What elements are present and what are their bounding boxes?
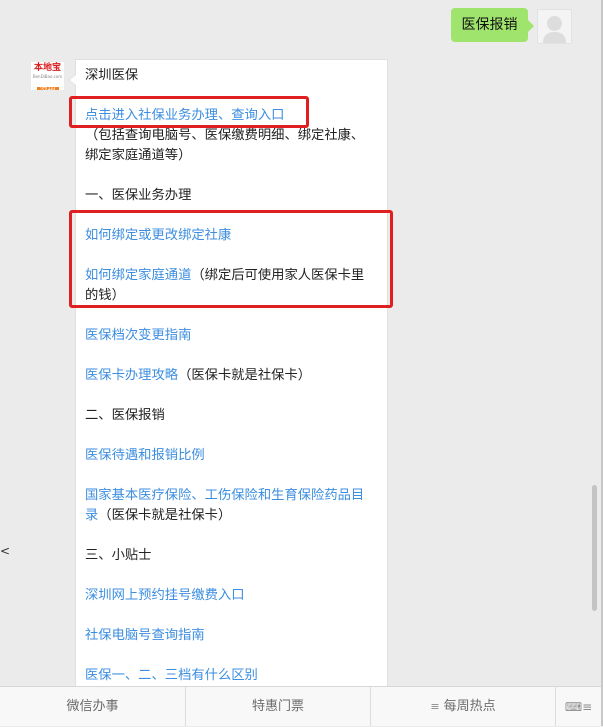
menu-weekly-hot-label: 每周热点 [443, 699, 496, 714]
user-avatar[interactable] [537, 9, 572, 44]
card-guide-row: 医保卡办理攻略（医保卡就是社保卡） [85, 366, 311, 386]
menu-discount-tickets-label: 特惠门票 [251, 699, 304, 714]
card-guide-note: （医保卡就是社保卡） [178, 368, 312, 383]
computer-number-query-link[interactable]: 社保电脑号查询指南 [85, 626, 205, 646]
section-heading-reimbursement: 二、医保报销 [85, 408, 165, 423]
drug-catalog-link-line-1[interactable]: 国家基本医疗保险、工伤保险和生育保险药品目 [85, 486, 364, 506]
drug-catalog-row-2: 录（医保卡就是社保卡） [85, 506, 231, 526]
menu-discount-tickets[interactable]: 特惠门票 [186, 687, 371, 726]
reimbursement-ratio-link[interactable]: 医保待遇和报销比例 [85, 446, 205, 466]
official-account-avatar[interactable]: 本地宝 BenDiBao.com 深圳 [31, 62, 64, 90]
avatar-body-shape [543, 32, 566, 43]
menu-wechat-service[interactable]: 微信办事 [0, 687, 186, 726]
bottom-menu-bar: 微信办事 特惠门票 ≡ 每周热点 ⌨≡ [0, 686, 601, 726]
chat-scrollbar[interactable] [592, 485, 597, 611]
insurance-grade-change-link[interactable]: 医保档次变更指南 [85, 326, 191, 346]
avatar-site-text: BenDiBao.com [32, 74, 63, 79]
highlight-box-entry [69, 96, 309, 128]
insurance-levels-difference-link[interactable]: 医保一、二、三档有什么区别 [85, 666, 258, 686]
collapse-arrow-glyph: < [0, 544, 11, 558]
drug-catalog-link-line-2[interactable]: 录 [85, 508, 98, 523]
submenu-list-icon: ≡ [430, 700, 440, 713]
insurance-card-guide-link[interactable]: 医保卡办理攻略 [85, 368, 178, 383]
outgoing-message-text: 医保报销 [461, 17, 518, 33]
menu-weekly-hot[interactable]: ≡ 每周热点 [371, 687, 556, 726]
entry-note-line-2: 绑定家庭通道等） [85, 148, 192, 163]
incoming-message-card: 深圳医保 点击进入社保业务办理、查询入口 （包括查询电脑号、医保缴费明细、绑定社… [69, 59, 388, 699]
avatar-city-badge: 深圳 [36, 87, 59, 90]
online-registration-link[interactable]: 深圳网上预约挂号缴费入口 [85, 586, 245, 606]
drug-catalog-note: （医保卡就是社保卡） [98, 508, 232, 523]
avatar-brand-text: 本地宝 [33, 63, 61, 73]
message-title: 深圳医保 [85, 68, 139, 83]
entry-note-line-1: （包括查询电脑号、医保缴费明细、绑定社康、 [85, 128, 365, 143]
keyboard-toggle-icon[interactable]: ⌨≡ [556, 687, 601, 726]
section-heading-tips: 三、小贴士 [85, 548, 152, 563]
outgoing-message-bubble: 医保报销 [451, 8, 534, 42]
menu-wechat-service-label: 微信办事 [66, 699, 119, 714]
avatar-head-shape [547, 16, 562, 31]
highlight-box-binding [69, 210, 393, 308]
section-heading-business: 一、医保业务办理 [85, 188, 192, 203]
